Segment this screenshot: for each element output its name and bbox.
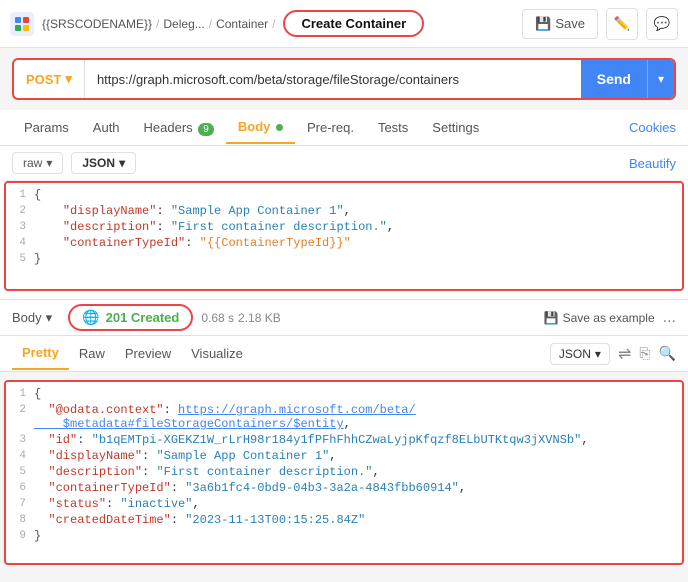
response-body-label[interactable]: Body ▾	[12, 310, 52, 326]
resp-tab-preview[interactable]: Preview	[115, 338, 181, 369]
response-bar: Body ▾ 🌐 201 Created 0.68 s 2.18 KB 💾 Sa…	[0, 300, 688, 336]
breadcrumb: {{SRSCODENAME}} / Deleg... / Container /	[42, 17, 275, 31]
headers-badge: 9	[198, 123, 214, 136]
active-tab-create-container[interactable]: Create Container	[283, 10, 424, 37]
body-editor: raw ▾ JSON ▾ Beautify 1 { 2 "displayName…	[0, 146, 688, 300]
status-badge: 🌐 201 Created	[68, 304, 193, 331]
resp-tab-visualize[interactable]: Visualize	[181, 338, 253, 369]
resp-line-4: 4 "displayName": "Sample App Container 1…	[6, 448, 682, 464]
comment-icon: 💬	[654, 16, 671, 32]
resp-line-2: 2 "@odata.context": https://graph.micros…	[6, 402, 682, 432]
code-line-2: 2 "displayName": "Sample App Container 1…	[6, 203, 682, 219]
filter-icon[interactable]: ⇌	[618, 344, 631, 364]
save-example-label: Save as example	[563, 311, 655, 325]
comment-button[interactable]: 💬	[646, 8, 678, 40]
code-line-4: 4 "containerTypeId": "{{ContainerTypeId}…	[6, 235, 682, 251]
code-line-1: 1 {	[6, 187, 682, 203]
json-type-select[interactable]: JSON ▾	[71, 152, 136, 174]
send-label: Send	[581, 71, 647, 87]
resp-format-chevron-icon: ▾	[595, 347, 601, 361]
response-size: 2.18 KB	[238, 311, 281, 325]
resp-line-9: 9 }	[6, 528, 682, 544]
response-code-viewer: 1 { 2 "@odata.context": https://graph.mi…	[4, 380, 684, 565]
body-dot	[276, 124, 283, 131]
save-icon: 💾	[535, 16, 551, 32]
resp-line-5: 5 "description": "First container descri…	[6, 464, 682, 480]
response-timing: 0.68 s	[201, 311, 234, 325]
tab-tests[interactable]: Tests	[366, 112, 420, 143]
format-chevron-icon: ▾	[46, 156, 52, 170]
body-toolbar: raw ▾ JSON ▾ Beautify	[0, 146, 688, 181]
save-as-example-button[interactable]: 💾 Save as example	[544, 311, 655, 325]
json-chevron-icon: ▾	[119, 156, 125, 170]
tab-auth[interactable]: Auth	[81, 112, 132, 143]
cookies-link[interactable]: Cookies	[629, 120, 676, 135]
logo-area	[10, 12, 34, 36]
resp-format-select[interactable]: JSON ▾	[550, 343, 610, 365]
beautify-button[interactable]: Beautify	[629, 156, 676, 171]
resp-tab-raw[interactable]: Raw	[69, 338, 115, 369]
resp-line-7: 7 "status": "inactive",	[6, 496, 682, 512]
resp-line-8: 8 "createdDateTime": "2023-11-13T00:15:2…	[6, 512, 682, 528]
code-line-3: 3 "description": "First container descri…	[6, 219, 682, 235]
body-text: Body	[12, 310, 42, 325]
send-button[interactable]: Send ▾	[581, 60, 674, 98]
format-label: raw	[23, 156, 42, 170]
request-body-editor[interactable]: 1 { 2 "displayName": "Sample App Contain…	[4, 181, 684, 291]
copy-icon[interactable]: ⎘	[639, 345, 650, 362]
globe-icon: 🌐	[82, 309, 99, 326]
method-select[interactable]: POST ▾	[14, 60, 85, 98]
status-code: 201 Created	[106, 310, 180, 325]
edit-button[interactable]: ✏️	[606, 8, 638, 40]
send-chevron-icon[interactable]: ▾	[648, 72, 674, 86]
resp-tabs-right: JSON ▾ ⇌ ⎘ 🔍	[550, 343, 676, 365]
tab-body[interactable]: Body	[226, 111, 295, 144]
tabs-right: Cookies	[629, 120, 676, 135]
breadcrumb-deleg[interactable]: Deleg...	[163, 17, 204, 31]
save-button[interactable]: 💾 Save	[522, 9, 598, 39]
resp-line-1: 1 {	[6, 386, 682, 402]
method-label: POST	[26, 72, 61, 87]
resp-tab-pretty[interactable]: Pretty	[12, 337, 69, 370]
method-chevron: ▾	[65, 71, 72, 87]
tab-params[interactable]: Params	[12, 112, 81, 143]
json-label: JSON	[82, 156, 115, 170]
more-options-button[interactable]: ...	[663, 309, 676, 327]
breadcrumb-codename[interactable]: {{SRSCODENAME}}	[42, 17, 152, 31]
format-select[interactable]: raw ▾	[12, 152, 63, 174]
tab-settings[interactable]: Settings	[420, 112, 491, 143]
app-logo	[10, 12, 34, 36]
code-line-5: 5 }	[6, 251, 682, 267]
search-icon[interactable]: 🔍	[659, 345, 676, 362]
edit-icon: ✏️	[614, 16, 631, 32]
resp-line-3: 3 "id": "b1qEMTpi-XGEKZ1W_rLrH98r184y1fP…	[6, 432, 682, 448]
breadcrumb-container[interactable]: Container	[216, 17, 268, 31]
tab-prereq[interactable]: Pre-req.	[295, 112, 366, 143]
url-input[interactable]	[85, 60, 581, 98]
response-tabs: Pretty Raw Preview Visualize JSON ▾ ⇌ ⎘ …	[0, 336, 688, 372]
url-bar: POST ▾ Send ▾	[12, 58, 676, 100]
resp-line-6: 6 "containerTypeId": "3a6b1fc4-0bd9-04b3…	[6, 480, 682, 496]
header: {{SRSCODENAME}} / Deleg... / Container /…	[0, 0, 688, 48]
request-tabs: Params Auth Headers 9 Body Pre-req. Test…	[0, 110, 688, 146]
save-label: Save	[555, 16, 585, 31]
tab-headers[interactable]: Headers 9	[132, 112, 226, 143]
body-chevron-icon: ▾	[46, 310, 53, 326]
save-icon-resp: 💾	[544, 311, 559, 325]
header-actions: 💾 Save ✏️ 💬	[522, 8, 678, 40]
resp-format-label: JSON	[559, 347, 591, 361]
